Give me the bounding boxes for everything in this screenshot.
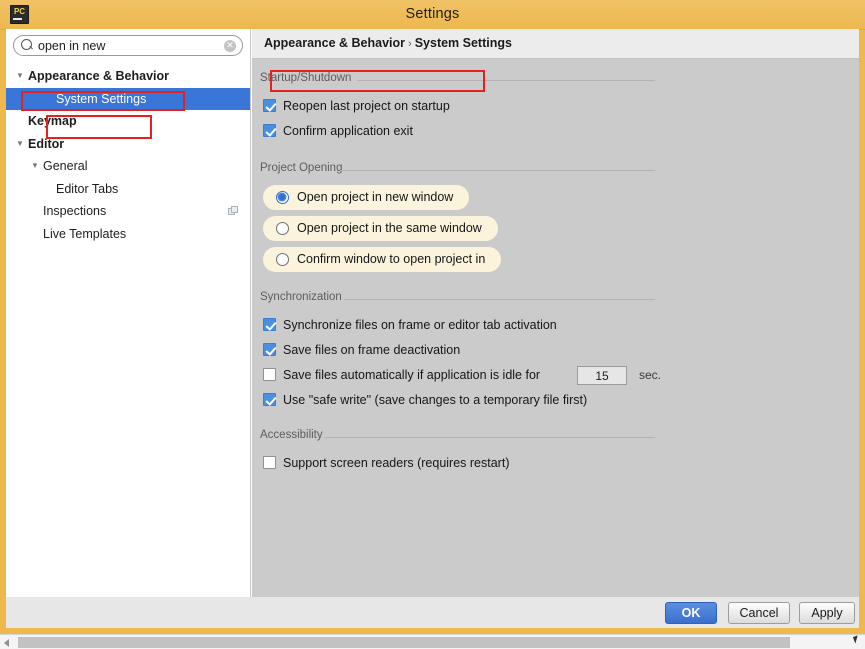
- search-input[interactable]: open in new ✕: [13, 35, 243, 56]
- option-confirm-application-exit[interactable]: Confirm application exit: [252, 119, 665, 144]
- label-synchronize-files: Synchronize files on frame or editor tab…: [283, 318, 557, 332]
- cancel-button[interactable]: Cancel: [728, 602, 790, 624]
- label-save-files-idle: Save files automatically if application …: [283, 368, 541, 382]
- clear-icon[interactable]: ✕: [224, 40, 236, 52]
- checkbox-confirm-application-exit[interactable]: [263, 124, 276, 137]
- option-support-screen-readers[interactable]: Support screen readers (requires restart…: [252, 451, 665, 476]
- breadcrumb-current: System Settings: [414, 36, 512, 50]
- settings-content: Appearance & Behavior › System Settings St…: [252, 29, 859, 597]
- radio-open-project-new-window[interactable]: Open project in new window: [263, 185, 470, 210]
- label-confirm-application-exit: Confirm application exit: [283, 124, 413, 138]
- sidebar-item-label: Editor: [28, 136, 65, 151]
- checkbox-safe-write[interactable]: [263, 393, 276, 406]
- sidebar-item-system-settings[interactable]: System Settings: [6, 87, 250, 110]
- apply-button[interactable]: Apply: [799, 602, 855, 624]
- radio-indicator-new-window[interactable]: [276, 191, 289, 204]
- radio-indicator-same-window[interactable]: [276, 222, 289, 235]
- group-label-startup: Startup/Shutdown: [260, 72, 352, 84]
- search-wrapper: open in new ✕: [13, 35, 243, 56]
- sidebar-item-label: General: [43, 159, 88, 173]
- divider-synchronization: [344, 299, 655, 300]
- content-header: Appearance & Behavior › System Settings: [252, 29, 859, 59]
- label-reopen-last-project: Reopen last project on startup: [283, 99, 450, 113]
- divider-startup: [357, 80, 655, 81]
- group-synchronization: Synchronization Synchronize files on fra…: [252, 291, 665, 413]
- group-label-project-opening: Project Opening: [260, 162, 343, 174]
- chevron-down-icon[interactable]: ▼: [14, 133, 26, 156]
- mouse-cursor-icon: [852, 635, 861, 644]
- breadcrumb-parent[interactable]: Appearance & Behavior: [264, 36, 405, 50]
- screen: PC Settings open in new ✕ ▼ Appearance & …: [0, 0, 865, 649]
- group-project-opening: Project Opening Open project in new wind…: [252, 162, 665, 275]
- label-save-files-deactivation: Save files on frame deactivation: [283, 343, 461, 357]
- sidebar-item-inspections[interactable]: Inspections: [6, 200, 250, 223]
- label-open-project-same-window: Open project in the same window: [297, 221, 482, 235]
- sidebar-item-appearance-behavior[interactable]: ▼ Appearance & Behavior: [6, 65, 250, 88]
- settings-panel: Startup/Shutdown Reopen last project on …: [252, 60, 665, 597]
- chevron-down-icon[interactable]: ▼: [29, 155, 41, 178]
- scrollbar-thumb[interactable]: [18, 637, 790, 648]
- breadcrumb-separator: ›: [408, 38, 412, 50]
- settings-sidebar: open in new ✕ ▼ Appearance & Behavior Syst…: [6, 29, 251, 597]
- settings-tree: ▼ Appearance & Behavior System Settings Key…: [6, 65, 250, 245]
- horizontal-scrollbar[interactable]: [0, 634, 865, 649]
- sidebar-item-editor-tabs[interactable]: Editor Tabs: [6, 178, 250, 201]
- label-open-project-new-window: Open project in new window: [297, 190, 454, 204]
- radio-row-confirm-window: Confirm window to open project in: [252, 244, 665, 275]
- window-body: open in new ✕ ▼ Appearance & Behavior Syst…: [6, 29, 859, 597]
- option-reopen-last-project[interactable]: Reopen last project on startup: [252, 94, 665, 119]
- sidebar-item-live-templates[interactable]: Live Templates: [6, 223, 250, 246]
- sidebar-item-editor[interactable]: ▼ Editor: [6, 133, 250, 156]
- checkbox-save-files-idle[interactable]: [263, 368, 276, 381]
- scroll-left-arrow-icon[interactable]: [4, 639, 9, 647]
- group-accessibility: Accessibility Support screen readers (re…: [252, 429, 665, 476]
- group-startup-shutdown: Startup/Shutdown Reopen last project on …: [252, 72, 665, 144]
- checkbox-synchronize-files[interactable]: [263, 318, 276, 331]
- sidebar-item-label: Editor Tabs: [56, 181, 119, 196]
- option-safe-write[interactable]: Use "safe write" (save changes to a temp…: [252, 388, 665, 413]
- radio-row-new-window: Open project in new window: [252, 182, 665, 213]
- radio-confirm-window-to-open[interactable]: Confirm window to open project in: [263, 247, 502, 272]
- checkbox-support-screen-readers[interactable]: [263, 456, 276, 469]
- group-title-startup: Startup/Shutdown: [252, 72, 665, 88]
- label-support-screen-readers: Support screen readers (requires restart…: [283, 456, 510, 470]
- dialog-footer: OK Cancel Apply: [6, 597, 859, 628]
- group-title-synchronization: Synchronization: [252, 291, 665, 307]
- copy-icon[interactable]: [228, 206, 238, 216]
- checkbox-save-files-deactivation[interactable]: [263, 343, 276, 356]
- label-safe-write: Use "safe write" (save changes to a temp…: [283, 393, 588, 407]
- radio-indicator-confirm-window[interactable]: [276, 253, 289, 266]
- idle-seconds-unit: sec.: [639, 368, 662, 382]
- content-body: Startup/Shutdown Reopen last project on …: [252, 60, 859, 597]
- sidebar-item-general[interactable]: ▼ General: [6, 155, 250, 178]
- divider-accessibility: [324, 437, 655, 438]
- sidebar-item-label: Appearance & Behavior: [28, 69, 170, 83]
- sidebar-item-label: Live Templates: [43, 226, 127, 241]
- breadcrumb: Appearance & Behavior › System Settings: [252, 29, 859, 50]
- sidebar-item-label: System Settings: [56, 91, 147, 106]
- option-save-files-idle[interactable]: Save files automatically if application …: [252, 363, 665, 388]
- ok-button[interactable]: OK: [665, 602, 717, 624]
- sidebar-item-label: Inspections: [43, 204, 107, 218]
- divider-project-opening: [340, 170, 655, 171]
- label-confirm-window-to-open: Confirm window to open project in: [297, 252, 486, 266]
- option-synchronize-files[interactable]: Synchronize files on frame or editor tab…: [252, 313, 665, 338]
- checkbox-reopen-last-project[interactable]: [263, 99, 276, 112]
- option-save-files-deactivation[interactable]: Save files on frame deactivation: [252, 338, 665, 363]
- sidebar-item-label: Keymap: [28, 114, 77, 128]
- group-title-accessibility: Accessibility: [252, 429, 665, 445]
- window-title: Settings: [405, 6, 460, 22]
- group-title-project-opening: Project Opening: [252, 162, 665, 178]
- group-label-synchronization: Synchronization: [260, 291, 342, 303]
- settings-window: PC Settings open in new ✕ ▼ Appearance & …: [0, 0, 865, 634]
- idle-seconds-input[interactable]: 15: [577, 366, 627, 385]
- radio-row-same-window: Open project in the same window: [252, 213, 665, 244]
- chevron-down-icon[interactable]: ▼: [14, 65, 26, 88]
- sidebar-item-keymap[interactable]: Keymap: [6, 110, 250, 133]
- search-icon: [21, 39, 32, 50]
- search-value: open in new: [38, 39, 106, 53]
- title-bar: PC Settings: [0, 0, 865, 30]
- group-label-accessibility: Accessibility: [260, 429, 323, 441]
- radio-open-project-same-window[interactable]: Open project in the same window: [263, 216, 498, 241]
